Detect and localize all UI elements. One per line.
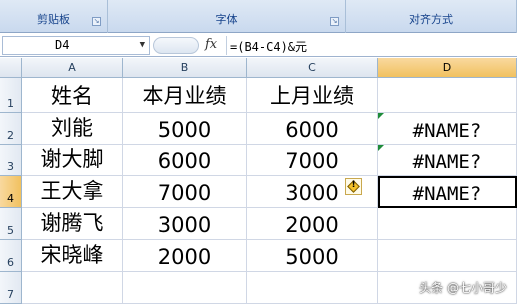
column-header-c[interactable]: C [247,58,378,78]
cell-a5[interactable]: 谢腾飞 [22,208,123,240]
row-header-6[interactable]: 6 [0,240,22,272]
ribbon-group-labels: 剪贴板 ↘ 字体 ↘ 对齐方式 [0,0,517,33]
row-header-label: 7 [7,288,14,301]
column-header-a[interactable]: A [22,58,123,78]
cell-d5[interactable] [378,208,517,240]
formula-input[interactable]: =(B4-C4)&元 [230,38,307,55]
cell-a2[interactable]: 刘能 [22,113,123,145]
cell-c5[interactable]: 2000 [247,208,378,240]
clipboard-dialog-launcher-icon[interactable]: ↘ [92,17,101,26]
chevron-down-icon[interactable]: ▼ [140,37,145,54]
warning-glyph: ! [351,180,356,190]
font-group: 字体 ↘ [108,0,346,33]
cell-value: 7000 [157,181,212,205]
cell-value: 5000 [285,245,339,269]
font-group-label: 字体 [215,13,238,26]
cell-value: 5000 [157,118,212,142]
row-header-1[interactable]: 1 [0,78,22,113]
cell-d4[interactable]: #NAME? [378,176,517,208]
cell-c1[interactable]: 上月业绩 [247,78,378,113]
cell-a7[interactable] [22,272,123,304]
cell-value: 谢腾飞 [40,211,104,235]
row-header-7[interactable]: 7 [0,272,22,304]
row-header-3[interactable]: 3 [0,145,22,176]
cell-value: 2000 [157,245,212,269]
cell-value: 姓名 [51,84,93,108]
font-dialog-launcher-icon[interactable]: ↘ [330,17,339,26]
select-all-corner[interactable] [0,58,22,78]
cell-value: 刘能 [51,116,93,140]
cell-value: #NAME? [412,183,482,205]
cell-value: 2000 [285,213,339,237]
formula-bar: D4 ▼ fx =(B4-C4)&元 [0,34,517,57]
cell-d3[interactable]: #NAME? [378,145,517,176]
error-triangle-icon [378,113,384,119]
row-header-label: 1 [7,97,14,110]
cell-d1[interactable] [378,78,517,113]
alignment-group-label: 对齐方式 [409,13,453,26]
cell-b4[interactable]: 7000 [123,176,247,208]
spreadsheet-grid: A B C D 1 2 3 4 5 6 7 姓名 本月业绩 上月业绩刘能 5000 6000 #NAM… [0,58,517,304]
row-header-5[interactable]: 5 [0,208,22,240]
cell-d2[interactable]: #NAME? [378,113,517,145]
formula-bar-splitter[interactable] [153,37,199,54]
cell-value: 上月业绩 [270,84,354,108]
column-header-b[interactable]: B [123,58,247,78]
cell-b6[interactable]: 2000 [123,240,247,272]
row-header-label: 5 [7,224,14,237]
insert-function-icon[interactable]: fx [205,37,217,52]
cell-a1[interactable]: 姓名 [22,78,123,113]
cell-a6[interactable]: 宋晓峰 [22,240,123,272]
cell-value: 宋晓峰 [40,243,104,267]
cell-value: 6000 [285,118,339,142]
alignment-group: 对齐方式 [346,0,517,33]
cell-value: 7000 [285,149,339,173]
formula-divider [226,36,227,55]
cell-b2[interactable]: 5000 [123,113,247,145]
cell-b1[interactable]: 本月业绩 [123,78,247,113]
row-header-label: 2 [7,129,14,142]
name-box-value: D4 [55,38,70,52]
column-header-d[interactable]: D [378,58,517,78]
cell-value: #NAME? [412,120,482,142]
cell-a4[interactable]: 王大拿 [22,176,123,208]
cell-value: 3000 [157,213,212,237]
error-warning-icon[interactable]: ! [345,178,362,195]
clipboard-group-label: 剪贴板 [37,13,70,26]
cell-a3[interactable]: 谢大脚 [22,145,123,176]
cell-d6[interactable] [378,240,517,272]
cell-value: 本月业绩 [142,84,227,108]
cell-value: 6000 [157,149,212,173]
cell-c7[interactable] [247,272,378,304]
clipboard-group: 剪贴板 ↘ [0,0,108,33]
cell-b7[interactable] [123,272,247,304]
cell-c2[interactable]: 6000 [247,113,378,145]
row-header-label: 6 [7,256,14,269]
cell-b5[interactable]: 3000 [123,208,247,240]
row-header-2[interactable]: 2 [0,113,22,145]
cell-value: #NAME? [412,151,482,173]
cell-c6[interactable]: 5000 [247,240,378,272]
name-box[interactable]: D4 ▼ [2,36,150,55]
row-header-4[interactable]: 4 [0,176,22,208]
cell-c3[interactable]: 7000 [247,145,378,176]
watermark: 头条 @七小哥少 [419,281,507,295]
cell-value: 王大拿 [40,179,104,203]
row-header-label: 3 [7,160,14,173]
row-header-label: 4 [7,192,14,205]
cell-b3[interactable]: 6000 [123,145,247,176]
cell-value: 谢大脚 [40,147,104,171]
